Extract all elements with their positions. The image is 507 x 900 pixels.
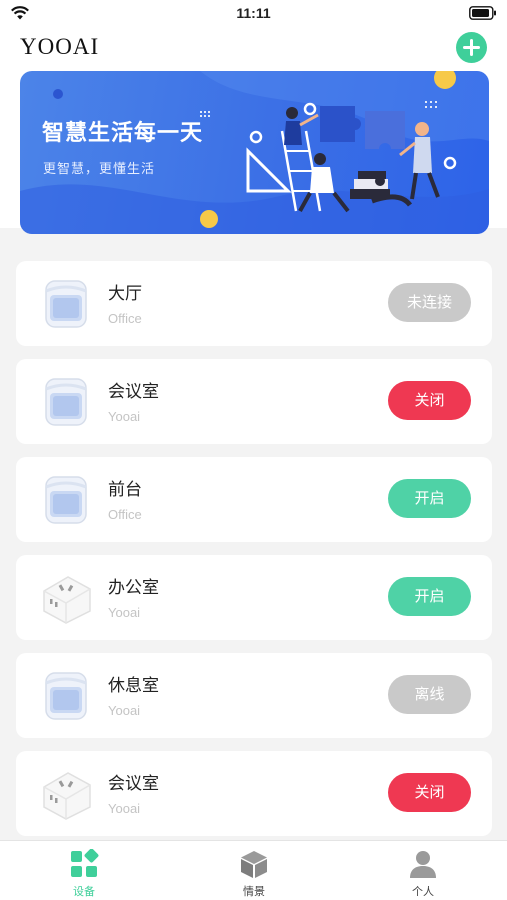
device-owner: Yooai (108, 703, 141, 718)
device-card[interactable]: 前台 Office 开启 (16, 457, 492, 542)
socket-plug-icon (43, 772, 91, 820)
device-card[interactable]: 会议室 Yooai 关闭 (16, 751, 492, 836)
status-time: 11:11 (236, 5, 271, 21)
banner[interactable]: 智慧生活每一天 更智慧，更懂生活 (20, 71, 489, 234)
add-device-button[interactable] (456, 32, 487, 63)
device-owner: Office (108, 507, 142, 522)
device-status-button[interactable]: 未连接 (388, 283, 471, 322)
device-owner: Yooai (108, 605, 141, 620)
device-status-button[interactable]: 关闭 (388, 773, 471, 812)
tab-label: 情景 (243, 885, 265, 898)
tab-scenes[interactable]: 情景 (214, 849, 294, 899)
device-card[interactable]: 休息室 Yooai 离线 (16, 653, 492, 738)
tab-profile[interactable]: 个人 (383, 849, 463, 899)
cube-plug-icon (45, 476, 87, 524)
header: YOOAI 智慧生活每一天 更智慧，更懂生活 (0, 28, 507, 234)
cube-plug-icon (45, 280, 87, 328)
device-card[interactable]: 会议室 Yooai 关闭 (16, 359, 492, 444)
banner-illustration (20, 71, 489, 234)
device-status-button[interactable]: 开启 (388, 479, 471, 518)
tab-label: 设备 (73, 885, 95, 898)
tab-bar: 设备 情景 个人 (0, 840, 507, 900)
device-name: 休息室 (108, 676, 159, 696)
device-card[interactable]: 办公室 Yooai 开启 (16, 555, 492, 640)
battery-icon (469, 6, 496, 20)
tab-devices[interactable]: 设备 (44, 849, 124, 899)
device-name: 大厅 (108, 284, 142, 304)
device-card[interactable]: 大厅 Office 未连接 (16, 261, 492, 346)
device-list: 大厅 Office 未连接 会议室 Yooai 关闭 前台 Office 开启 (16, 261, 492, 849)
devices-icon (71, 849, 99, 877)
device-status-button[interactable]: 离线 (388, 675, 471, 714)
device-name: 会议室 (108, 774, 159, 794)
device-status-button[interactable]: 开启 (388, 577, 471, 616)
scene-cube-icon (241, 851, 267, 878)
cube-plug-icon (45, 378, 87, 426)
app-title: YOOAI (20, 34, 100, 59)
device-name: 前台 (108, 480, 142, 500)
cube-plug-icon (45, 672, 87, 720)
status-bar: 11:11 (0, 0, 507, 28)
socket-plug-icon (43, 576, 91, 624)
device-owner: Office (108, 311, 142, 326)
banner-title: 智慧生活每一天 (42, 121, 204, 146)
device-owner: Yooai (108, 801, 141, 816)
device-name: 会议室 (108, 382, 159, 402)
device-name: 办公室 (108, 578, 159, 598)
tab-label: 个人 (412, 885, 434, 898)
device-owner: Yooai (108, 409, 141, 424)
banner-subtitle: 更智慧，更懂生活 (43, 162, 156, 177)
device-status-button[interactable]: 关闭 (388, 381, 471, 420)
person-icon (410, 851, 436, 878)
